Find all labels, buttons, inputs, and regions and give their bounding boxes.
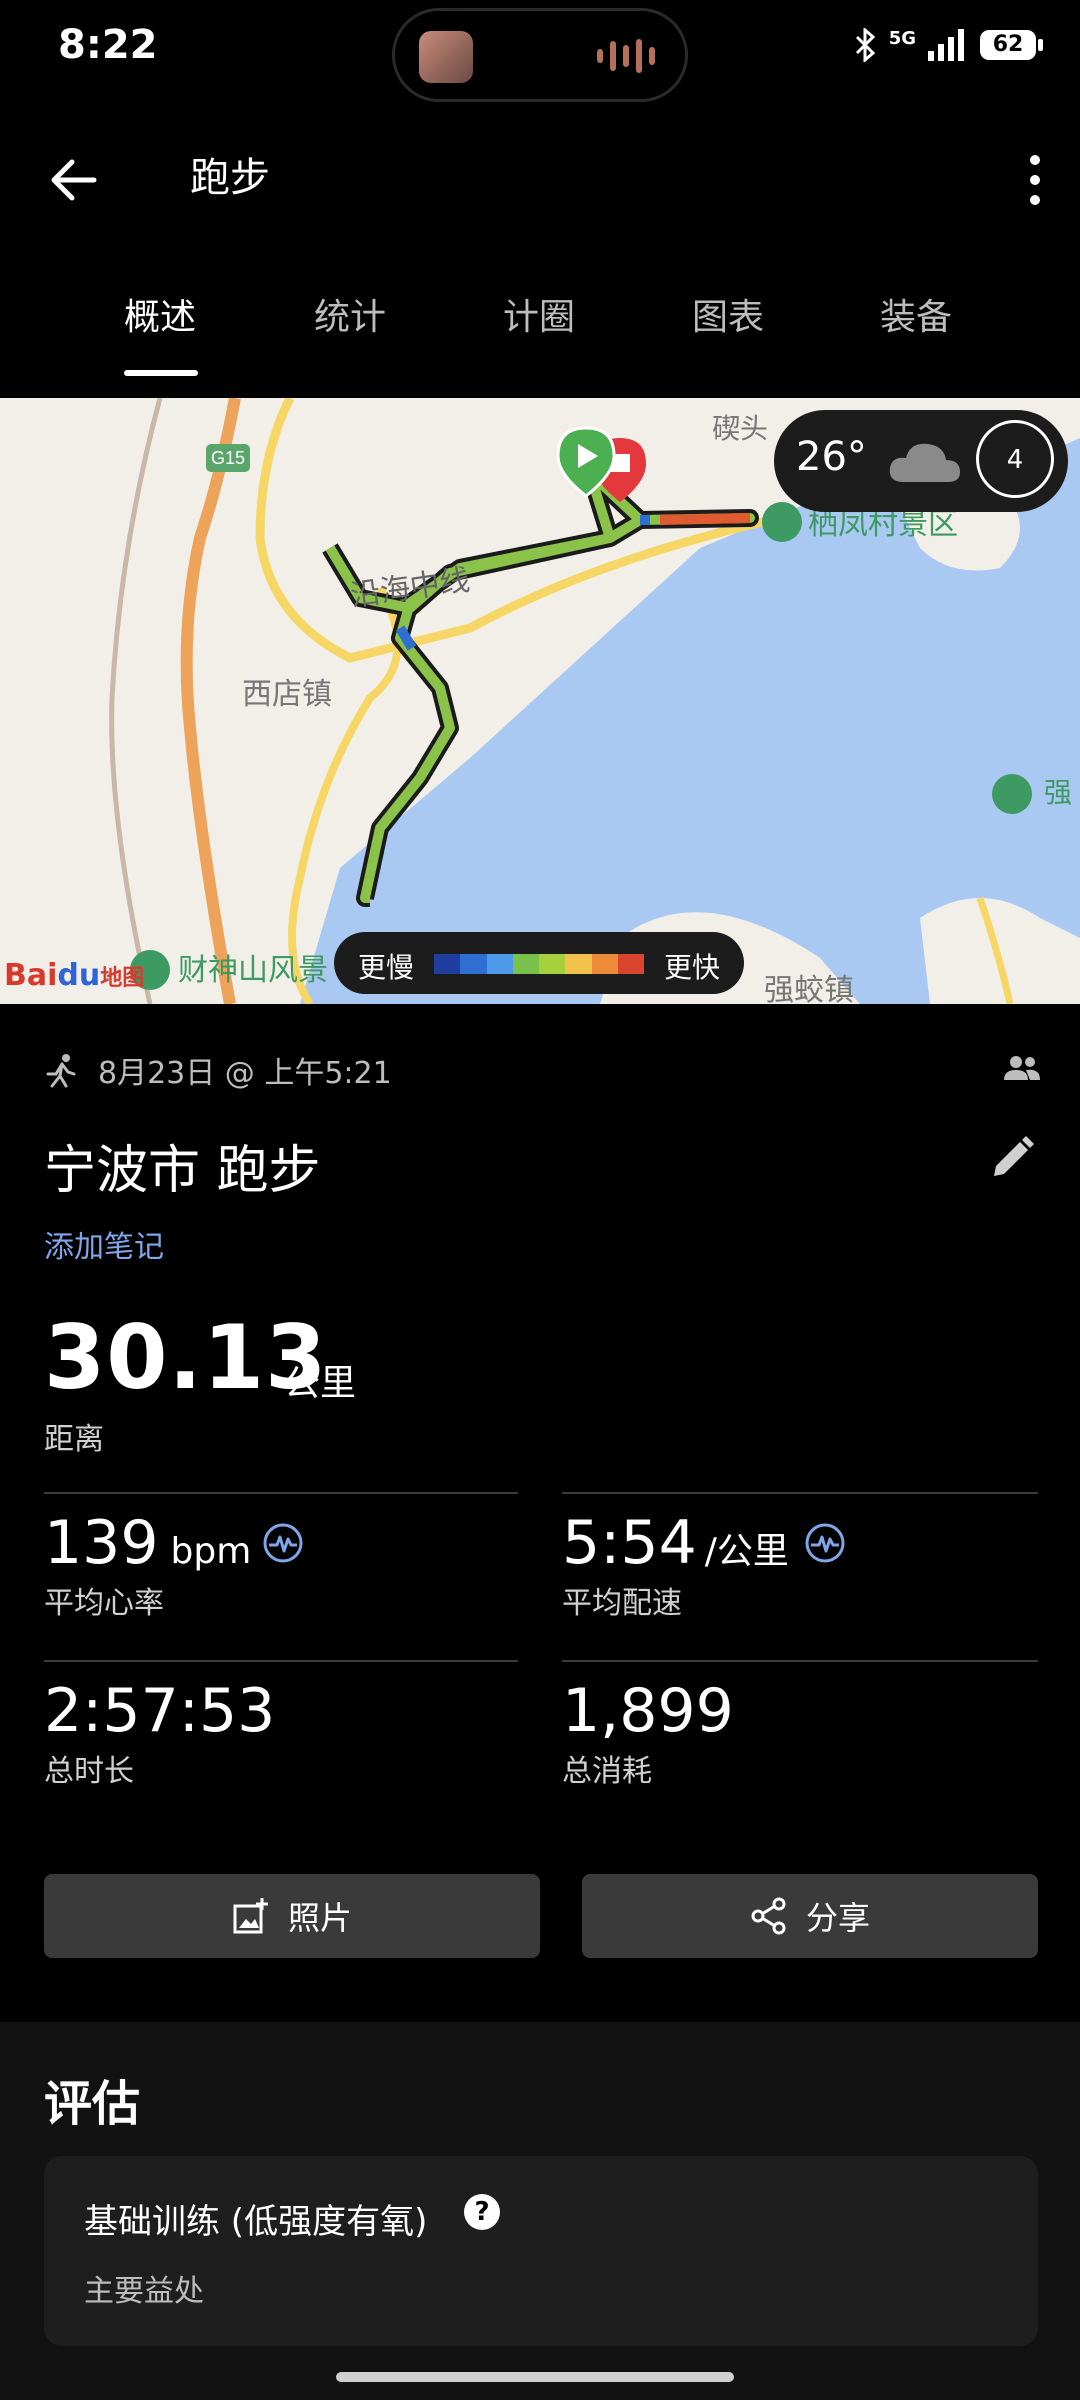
tab-stats[interactable]: 统计 — [314, 288, 386, 340]
back-arrow-icon[interactable] — [44, 150, 104, 210]
calories-value: 1,899 — [562, 1676, 734, 1746]
legend-swatch — [512, 954, 539, 974]
legend-swatch — [434, 954, 461, 974]
activity-title: 宁波市 跑步 — [44, 1141, 321, 1201]
media-thumbnail — [419, 31, 473, 83]
total-calories: 1,899 总消耗 — [562, 1676, 734, 1790]
photo-button-label: 照片 — [287, 1899, 352, 1937]
total-time: 2:57:53 总时长 — [44, 1676, 275, 1790]
pace-chart-icon — [805, 1523, 845, 1563]
training-effect-card[interactable]: 基础训练 (低强度有氧) ? 主要益处 — [44, 2156, 1038, 2346]
heart-rate-value: 139 — [44, 1508, 159, 1578]
divider — [562, 1492, 1038, 1494]
legend-slow-label: 更慢 — [358, 951, 415, 984]
legend-swatch — [460, 954, 487, 974]
tab-active-indicator — [124, 370, 198, 376]
divider — [44, 1660, 518, 1662]
page-title: 跑步 — [190, 155, 270, 201]
map-label-town2: 强蛟镇 — [764, 973, 854, 1004]
total-time-value: 2:57:53 — [44, 1676, 276, 1746]
heart-rate-unit: bpm — [170, 1531, 252, 1572]
network-label: 5G — [888, 27, 916, 49]
pace-value: 5:54 — [562, 1508, 697, 1578]
more-vert-icon[interactable] — [1020, 150, 1050, 210]
edit-pencil-icon[interactable] — [988, 1134, 1036, 1182]
weather-badge[interactable]: 26° 4 — [774, 410, 1068, 512]
map-label-scenic2: 财神山风景 — [178, 953, 328, 988]
calories-label: 总消耗 — [562, 1754, 652, 1789]
legend-swatch — [539, 954, 566, 974]
tab-bar: 概述 统计 计圈 图表 装备 — [0, 278, 1080, 378]
pace-label: 平均配速 — [562, 1586, 682, 1621]
add-note-link[interactable]: 添加笔记 — [44, 1222, 164, 1266]
baidu-map-logo: Baidu地图 — [4, 958, 145, 993]
pace-legend: 更慢 更快 — [334, 932, 744, 994]
pace-unit: /公里 — [704, 1531, 789, 1572]
share-button-label: 分享 — [805, 1899, 870, 1937]
avg-heart-rate[interactable]: 139 bpm 平均心率 — [44, 1508, 303, 1622]
people-icon[interactable] — [1004, 1054, 1040, 1082]
weather-temp: 26° — [796, 434, 867, 480]
running-icon — [46, 1054, 76, 1088]
training-effect-title: 基础训练 (低强度有氧) — [84, 2202, 428, 2242]
wind-indicator: 4 — [976, 420, 1054, 498]
map-label-town1: 西店镇 — [242, 677, 332, 712]
legend-color-bar — [434, 954, 644, 974]
bluetooth-icon — [855, 28, 875, 62]
evaluation-heading: 评估 — [44, 2076, 141, 2132]
legend-swatch — [617, 954, 644, 974]
heart-rate-label: 平均心率 — [44, 1586, 164, 1621]
legend-swatch — [565, 954, 592, 974]
training-effect-subtitle: 主要益处 — [84, 2274, 204, 2309]
share-button[interactable]: 分享 — [582, 1874, 1038, 1958]
status-time: 8:22 — [58, 22, 158, 68]
photo-button[interactable]: 照片 — [44, 1874, 540, 1958]
help-icon[interactable]: ? — [464, 2194, 500, 2230]
map-label-scenic1: 栖凤村景区 — [808, 507, 958, 542]
total-time-label: 总时长 — [44, 1754, 134, 1789]
heart-rate-chart-icon — [263, 1523, 303, 1563]
distance-unit: 公里 — [284, 1363, 357, 1404]
legend-swatch — [591, 954, 618, 974]
status-icons: 5G 62 — [853, 27, 1043, 62]
home-indicator[interactable] — [336, 2372, 734, 2382]
audio-wave-icon — [597, 39, 655, 73]
map-label-highway: G15 — [211, 448, 245, 468]
tab-charts[interactable]: 图表 — [692, 288, 764, 340]
tab-overview[interactable]: 概述 — [124, 288, 196, 340]
legend-fast-label: 更快 — [663, 951, 720, 984]
distance-label: 距离 — [44, 1422, 104, 1457]
tab-laps[interactable]: 计圈 — [503, 288, 575, 340]
divider — [562, 1660, 1038, 1662]
battery-indicator: 62 — [980, 30, 1043, 60]
divider — [44, 1492, 518, 1494]
add-photo-icon — [233, 1898, 268, 1934]
activity-meta: 8月23日 @ 上午5:21 — [44, 1048, 392, 1092]
share-icon — [751, 1897, 786, 1935]
cloud-icon — [889, 443, 960, 482]
dynamic-island[interactable] — [392, 8, 688, 102]
map-label-top: 碶头 — [712, 412, 768, 445]
map-label-right: 强 — [1044, 776, 1072, 809]
tab-gear[interactable]: 装备 — [880, 288, 952, 340]
signal-icon — [928, 29, 964, 61]
avg-pace[interactable]: 5:54 /公里 平均配速 — [562, 1508, 845, 1622]
legend-swatch — [486, 954, 513, 974]
activity-datetime: 8月23日 @ 上午5:21 — [98, 1056, 392, 1091]
